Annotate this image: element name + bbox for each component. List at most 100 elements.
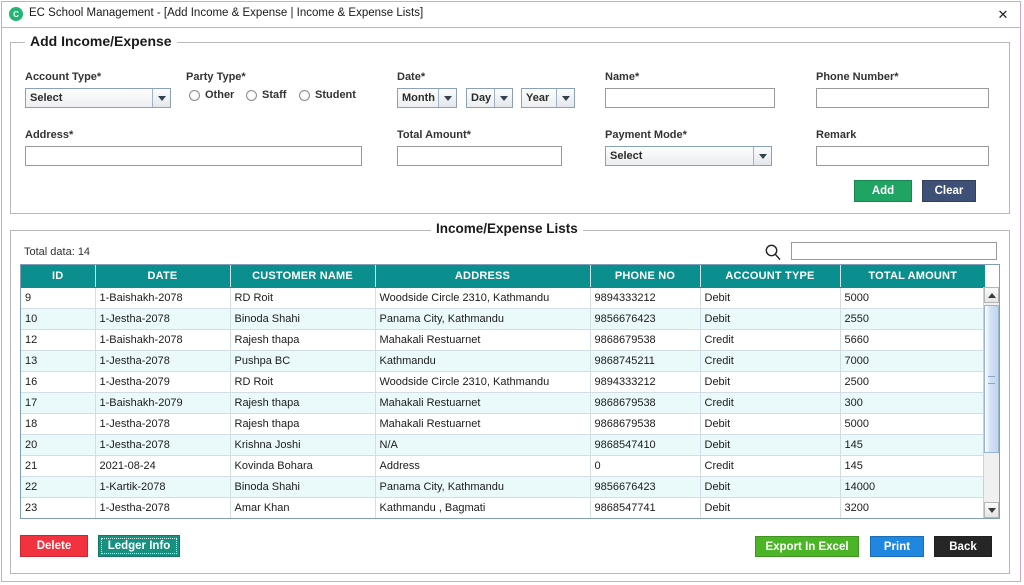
export-in-excel-button[interactable]: Export In Excel [755, 536, 859, 557]
cell-total-amount: 3200 [840, 497, 986, 518]
date-year-value: Year [526, 92, 550, 104]
chevron-down-icon [152, 89, 170, 107]
remark-input[interactable] [816, 146, 989, 166]
panel-title-add: Add Income/Expense [25, 33, 177, 49]
cell-customer-name: Rajesh thapa [230, 329, 376, 351]
date-year-select[interactable]: Year [521, 88, 575, 108]
account-type-select[interactable]: Select [25, 88, 171, 108]
name-input[interactable] [605, 88, 775, 108]
cell-id: 16 [21, 371, 96, 393]
date-month-value: Month [402, 92, 435, 104]
table-row[interactable]: 23 1-Jestha-2078 Amar Khan Kathmandu , Bagm… [21, 497, 986, 518]
cell-id: 21 [21, 455, 96, 477]
cell-date: 1-Baishakh-2079 [95, 392, 231, 414]
radio-party-other[interactable]: Other [189, 89, 234, 101]
search-icon[interactable] [764, 243, 782, 261]
cell-address: Panama City, Kathmandu [375, 308, 591, 330]
cell-total-amount: 14000 [840, 476, 986, 498]
table-row[interactable]: 17 1-Baishakh-2079 Rajesh thapa Mahakali Re… [21, 392, 986, 414]
column-header-customer-name[interactable]: CUSTOMER NAME [230, 265, 376, 288]
table-row[interactable]: 16 1-Jestha-2079 RD Roit Woodside Circle 23… [21, 371, 986, 393]
scroll-up-icon[interactable] [984, 287, 999, 303]
column-header-id[interactable]: ID [21, 265, 96, 288]
cell-total-amount: 2550 [840, 308, 986, 330]
scroll-down-icon[interactable] [984, 502, 999, 518]
column-header-account-type[interactable]: ACCOUNT TYPE [700, 265, 841, 288]
cell-account-type: Debit [700, 413, 841, 435]
search-input[interactable] [791, 242, 997, 260]
table-row[interactable]: 9 1-Baishakh-2078 RD Roit Woodside Circle 2… [21, 287, 986, 309]
window-title: EC School Management - [Add Income & Exp… [29, 7, 424, 19]
table-row[interactable]: 20 1-Jestha-2078 Krishna Joshi N/A 986854741… [21, 434, 986, 456]
cell-account-type: Debit [700, 308, 841, 330]
phone-number-input[interactable] [816, 88, 989, 108]
cell-phone-no: 0 [590, 455, 701, 477]
label-name: Name* [605, 71, 640, 83]
cell-customer-name: RD Roit [230, 287, 376, 309]
column-header-date[interactable]: DATE [95, 265, 231, 288]
cell-customer-name: Binoda Shahi [230, 308, 376, 330]
table-row[interactable]: 12 1-Baishakh-2078 Rajesh thapa Mahakali Re… [21, 329, 986, 351]
cell-address: Panama City, Kathmandu [375, 476, 591, 498]
cell-customer-name: Kovinda Bohara [230, 455, 376, 477]
grip-icon [988, 376, 995, 384]
table-row[interactable]: 10 1-Jestha-2078 Binoda Shahi Panama City, … [21, 308, 986, 330]
ledger-info-button[interactable]: Ledger Info [98, 535, 180, 557]
cell-total-amount: 5000 [840, 413, 986, 435]
column-header-address[interactable]: ADDRESS [375, 265, 591, 288]
cell-id: 22 [21, 476, 96, 498]
table-vertical-scrollbar[interactable] [983, 287, 999, 518]
total-amount-input[interactable] [397, 146, 562, 166]
print-button[interactable]: Print [870, 536, 924, 557]
cell-total-amount: 5000 [840, 287, 986, 309]
cell-customer-name: Amar Khan [230, 497, 376, 518]
application-window: C EC School Management - [Add Income & E… [1, 1, 1021, 582]
cell-id: 12 [21, 329, 96, 351]
focus-ring [101, 538, 177, 554]
date-day-select[interactable]: Day [466, 88, 513, 108]
cell-address: Address [375, 455, 591, 477]
cell-date: 1-Kartik-2078 [95, 476, 231, 498]
cell-total-amount: 7000 [840, 350, 986, 372]
cell-address: Kathmandu , Bagmati [375, 497, 591, 518]
income-expense-table: ID DATE CUSTOMER NAME ADDRESS PHONE NO A… [20, 264, 1000, 519]
cell-address: N/A [375, 434, 591, 456]
delete-button[interactable]: Delete [20, 535, 88, 557]
cell-id: 9 [21, 287, 96, 309]
date-month-select[interactable]: Month [397, 88, 457, 108]
payment-mode-value: Select [610, 150, 643, 162]
table-row[interactable]: 13 1-Jestha-2078 Pushpa BC Kathmandu 9868745… [21, 350, 986, 372]
add-button[interactable]: Add [854, 180, 912, 202]
column-header-phone-no[interactable]: PHONE NO [590, 265, 701, 288]
scrollbar-thumb[interactable] [984, 305, 999, 453]
cell-customer-name: Krishna Joshi [230, 434, 376, 456]
radio-icon [299, 89, 310, 101]
cell-address: Mahakali Restuarnet [375, 413, 591, 435]
radio-party-staff[interactable]: Staff [246, 89, 286, 101]
cell-phone-no: 9894333212 [590, 371, 701, 393]
cell-id: 23 [21, 497, 96, 518]
cell-address: Woodside Circle 2310, Kathmandu [375, 287, 591, 309]
payment-mode-select[interactable]: Select [605, 146, 772, 166]
radio-icon [246, 89, 257, 101]
chevron-down-icon [556, 89, 574, 107]
label-party-type: Party Type* [186, 71, 246, 83]
cell-address: Woodside Circle 2310, Kathmandu [375, 371, 591, 393]
label-address: Address* [25, 129, 74, 141]
cell-account-type: Debit [700, 476, 841, 498]
column-header-total-amount[interactable]: TOTAL AMOUNT [840, 265, 985, 288]
back-button[interactable]: Back [934, 536, 992, 557]
table-row[interactable]: 21 2021-08-24 Kovinda Bohara Address 0 Credit… [21, 455, 986, 477]
cell-account-type: Debit [700, 371, 841, 393]
table-row[interactable]: 22 1-Kartik-2078 Binoda Shahi Panama City, … [21, 476, 986, 498]
clear-button[interactable]: Clear [922, 180, 976, 202]
radio-party-student[interactable]: Student [299, 89, 356, 101]
cell-customer-name: Binoda Shahi [230, 476, 376, 498]
label-account-type: Account Type* [25, 71, 102, 83]
close-icon[interactable]: ✕ [992, 5, 1014, 24]
address-input[interactable] [25, 146, 362, 166]
table-row[interactable]: 18 1-Jestha-2078 Rajesh thapa Mahakali Rest… [21, 413, 986, 435]
cell-customer-name: Rajesh thapa [230, 413, 376, 435]
cell-customer-name: Pushpa BC [230, 350, 376, 372]
cell-date: 2021-08-24 [95, 455, 231, 477]
